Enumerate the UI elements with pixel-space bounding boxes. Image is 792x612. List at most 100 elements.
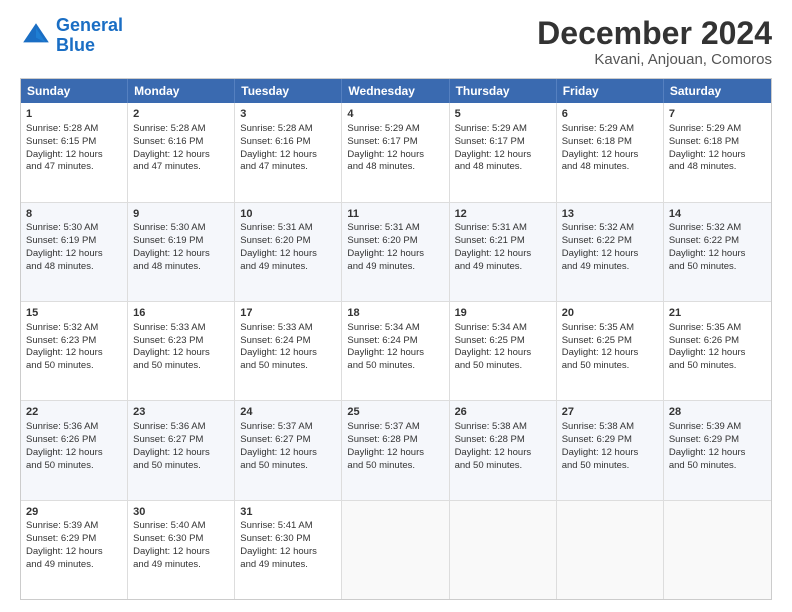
day-info: Daylight: 12 hours <box>26 347 122 360</box>
calendar-cell: 29Sunrise: 5:39 AMSunset: 6:29 PMDayligh… <box>21 501 128 599</box>
day-info: and 50 minutes. <box>133 460 229 473</box>
day-info: Sunrise: 5:41 AM <box>240 520 336 533</box>
day-info: and 48 minutes. <box>347 161 443 174</box>
day-info: Daylight: 12 hours <box>133 546 229 559</box>
day-info: Sunrise: 5:36 AM <box>133 421 229 434</box>
calendar-cell: 22Sunrise: 5:36 AMSunset: 6:26 PMDayligh… <box>21 401 128 499</box>
day-number: 22 <box>26 405 122 420</box>
day-info: Daylight: 12 hours <box>669 149 766 162</box>
day-info: Sunrise: 5:39 AM <box>26 520 122 533</box>
day-info: Daylight: 12 hours <box>347 347 443 360</box>
day-info: and 50 minutes. <box>240 460 336 473</box>
calendar-cell: 4Sunrise: 5:29 AMSunset: 6:17 PMDaylight… <box>342 103 449 201</box>
day-info: and 48 minutes. <box>133 261 229 274</box>
day-info: Sunset: 6:20 PM <box>347 235 443 248</box>
day-info: Sunrise: 5:29 AM <box>455 123 551 136</box>
day-info: Sunrise: 5:36 AM <box>26 421 122 434</box>
calendar-cell: 20Sunrise: 5:35 AMSunset: 6:25 PMDayligh… <box>557 302 664 400</box>
day-info: Sunrise: 5:37 AM <box>240 421 336 434</box>
day-info: Daylight: 12 hours <box>240 149 336 162</box>
day-number: 18 <box>347 306 443 321</box>
day-number: 13 <box>562 207 658 222</box>
day-info: Daylight: 12 hours <box>240 347 336 360</box>
day-info: Sunrise: 5:40 AM <box>133 520 229 533</box>
day-info: Sunrise: 5:32 AM <box>562 222 658 235</box>
day-info: Sunset: 6:24 PM <box>240 335 336 348</box>
day-info: Sunrise: 5:29 AM <box>669 123 766 136</box>
day-info: Sunrise: 5:38 AM <box>455 421 551 434</box>
day-number: 27 <box>562 405 658 420</box>
day-number: 5 <box>455 107 551 122</box>
day-info: Daylight: 12 hours <box>455 447 551 460</box>
day-info: and 48 minutes. <box>26 261 122 274</box>
day-info: Daylight: 12 hours <box>26 248 122 261</box>
calendar-cell: 24Sunrise: 5:37 AMSunset: 6:27 PMDayligh… <box>235 401 342 499</box>
calendar-cell: 23Sunrise: 5:36 AMSunset: 6:27 PMDayligh… <box>128 401 235 499</box>
calendar-header: SundayMondayTuesdayWednesdayThursdayFrid… <box>21 79 771 103</box>
calendar-cell: 9Sunrise: 5:30 AMSunset: 6:19 PMDaylight… <box>128 203 235 301</box>
calendar-cell <box>342 501 449 599</box>
day-info: Sunrise: 5:30 AM <box>26 222 122 235</box>
day-info: Daylight: 12 hours <box>347 149 443 162</box>
day-info: Sunrise: 5:31 AM <box>240 222 336 235</box>
day-info: and 49 minutes. <box>240 559 336 572</box>
day-info: Sunrise: 5:29 AM <box>347 123 443 136</box>
day-info: and 50 minutes. <box>562 460 658 473</box>
day-info: Daylight: 12 hours <box>240 447 336 460</box>
day-info: Sunset: 6:29 PM <box>562 434 658 447</box>
day-info: Daylight: 12 hours <box>133 248 229 261</box>
day-info: Sunset: 6:30 PM <box>133 533 229 546</box>
calendar-row: 8Sunrise: 5:30 AMSunset: 6:19 PMDaylight… <box>21 203 771 302</box>
day-info: Sunrise: 5:37 AM <box>347 421 443 434</box>
weekday-header: Friday <box>557 79 664 103</box>
day-info: Daylight: 12 hours <box>26 447 122 460</box>
calendar-page: General Blue December 2024 Kavani, Anjou… <box>0 0 792 612</box>
day-number: 16 <box>133 306 229 321</box>
calendar-cell: 14Sunrise: 5:32 AMSunset: 6:22 PMDayligh… <box>664 203 771 301</box>
day-number: 20 <box>562 306 658 321</box>
weekday-header: Monday <box>128 79 235 103</box>
day-info: Daylight: 12 hours <box>562 447 658 460</box>
calendar-cell: 10Sunrise: 5:31 AMSunset: 6:20 PMDayligh… <box>235 203 342 301</box>
day-info: and 50 minutes. <box>455 360 551 373</box>
day-info: and 50 minutes. <box>26 460 122 473</box>
day-info: Sunset: 6:18 PM <box>669 136 766 149</box>
day-info: Sunset: 6:26 PM <box>669 335 766 348</box>
day-info: and 49 minutes. <box>133 559 229 572</box>
day-info: Sunset: 6:27 PM <box>133 434 229 447</box>
calendar-body: 1Sunrise: 5:28 AMSunset: 6:15 PMDaylight… <box>21 103 771 599</box>
day-info: Sunrise: 5:28 AM <box>240 123 336 136</box>
day-info: Sunrise: 5:31 AM <box>347 222 443 235</box>
day-info: Daylight: 12 hours <box>562 347 658 360</box>
day-info: Daylight: 12 hours <box>669 248 766 261</box>
day-info: Sunrise: 5:39 AM <box>669 421 766 434</box>
weekday-header: Thursday <box>450 79 557 103</box>
day-number: 23 <box>133 405 229 420</box>
day-info: Daylight: 12 hours <box>240 546 336 559</box>
day-info: and 49 minutes. <box>240 261 336 274</box>
day-info: and 50 minutes. <box>133 360 229 373</box>
day-info: and 50 minutes. <box>26 360 122 373</box>
day-info: and 50 minutes. <box>455 460 551 473</box>
calendar-cell: 26Sunrise: 5:38 AMSunset: 6:28 PMDayligh… <box>450 401 557 499</box>
calendar-row: 29Sunrise: 5:39 AMSunset: 6:29 PMDayligh… <box>21 501 771 599</box>
day-info: Sunrise: 5:34 AM <box>347 322 443 335</box>
calendar-cell: 30Sunrise: 5:40 AMSunset: 6:30 PMDayligh… <box>128 501 235 599</box>
day-info: Sunrise: 5:28 AM <box>26 123 122 136</box>
day-info: Daylight: 12 hours <box>669 447 766 460</box>
day-info: Daylight: 12 hours <box>455 149 551 162</box>
day-info: Sunset: 6:25 PM <box>455 335 551 348</box>
day-info: Sunset: 6:16 PM <box>133 136 229 149</box>
day-number: 30 <box>133 505 229 520</box>
day-info: Sunset: 6:21 PM <box>455 235 551 248</box>
day-info: Sunrise: 5:33 AM <box>240 322 336 335</box>
day-number: 10 <box>240 207 336 222</box>
calendar-cell: 17Sunrise: 5:33 AMSunset: 6:24 PMDayligh… <box>235 302 342 400</box>
day-number: 2 <box>133 107 229 122</box>
day-info: and 47 minutes. <box>26 161 122 174</box>
day-info: Daylight: 12 hours <box>240 248 336 261</box>
calendar-row: 15Sunrise: 5:32 AMSunset: 6:23 PMDayligh… <box>21 302 771 401</box>
day-info: Sunset: 6:30 PM <box>240 533 336 546</box>
day-info: Sunrise: 5:30 AM <box>133 222 229 235</box>
day-info: Sunrise: 5:28 AM <box>133 123 229 136</box>
